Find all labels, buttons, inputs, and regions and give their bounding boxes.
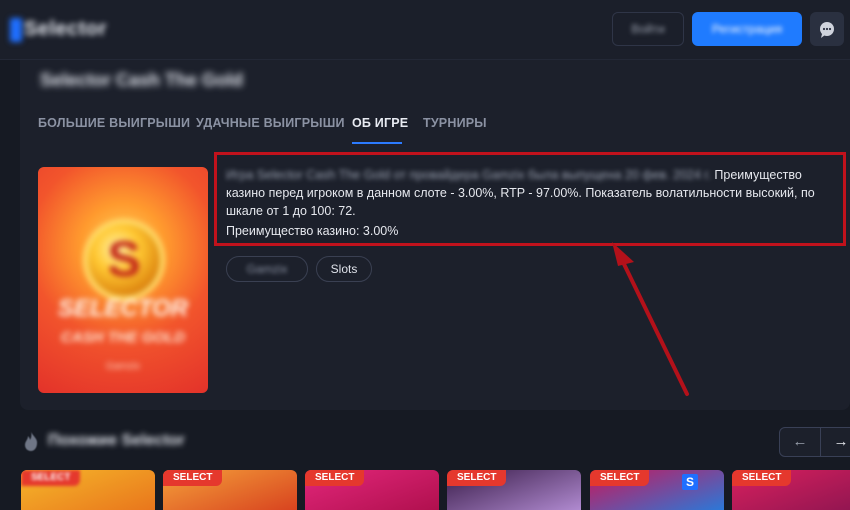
carousel-next-button[interactable]: → [820,427,850,457]
provider-badge-icon: S [682,474,698,490]
similar-game-card[interactable]: SELECT [163,470,297,510]
fire-icon [25,431,38,451]
select-tag: SELECT [732,470,792,486]
similar-game-card[interactable]: SELECT S [590,470,724,510]
select-tag: SELECT [305,470,365,486]
similar-game-card[interactable]: SELECT [732,470,850,510]
select-tag: SELECT [163,470,223,486]
arrow-left-icon: ← [792,433,808,450]
select-tag: SELECT [21,470,81,486]
carousel-prev-button[interactable]: ← [779,427,821,457]
select-tag: SELECT [447,470,507,486]
select-tag: SELECT [590,470,650,486]
similar-game-card[interactable]: SELECT [21,470,155,510]
similar-game-card[interactable]: SELECT [305,470,439,510]
similar-games-title: Похожие Selector [48,432,185,449]
similar-game-card[interactable]: SELECT [447,470,581,510]
arrow-right-icon: → [833,433,849,450]
